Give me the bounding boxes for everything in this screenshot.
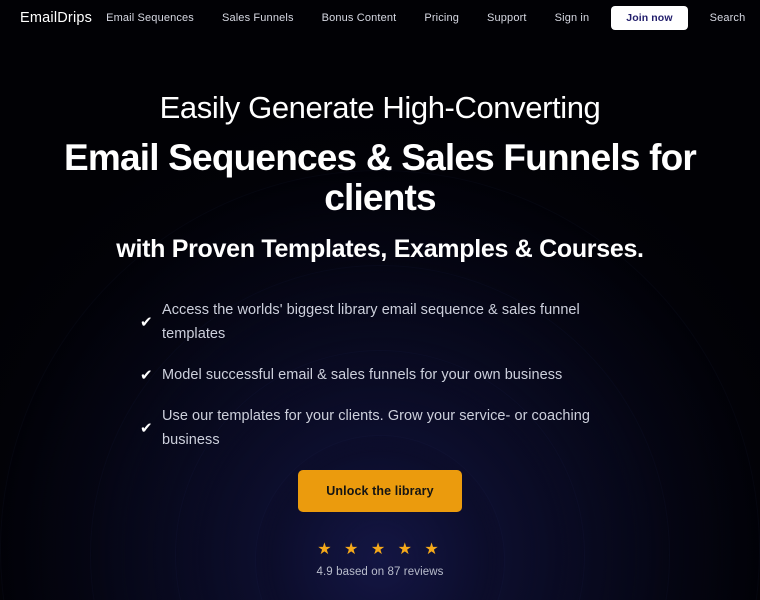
check-icon: ✔ [140, 367, 153, 385]
join-now-button[interactable]: Join now [611, 5, 688, 30]
benefits-list: ✔ Access the worlds' biggest library ema… [140, 299, 620, 452]
landing-page: EmailDrips Email Sequences Sales Funnels… [0, 0, 760, 600]
rating-section: ★ ★ ★ ★ ★ 4.9 based on 87 reviews [0, 541, 760, 579]
check-icon: ✔ [140, 314, 153, 331]
nav-link-sales-funnels[interactable]: Sales Funnels [208, 12, 308, 24]
check-icon: ✔ [140, 420, 153, 438]
list-item: ✔ Access the worlds' biggest library ema… [140, 299, 620, 346]
hero-section: Easily Generate High-Converting Email Se… [0, 90, 760, 264]
nav-link-sign-in[interactable]: Sign in [541, 12, 604, 24]
page-title: Email Sequences & Sales Funnels for clie… [63, 136, 697, 219]
list-item: ✔ Use our templates for your clients. Gr… [140, 405, 620, 452]
benefit-label: Access the worlds' biggest library email… [162, 302, 580, 342]
nav-link-email-sequences[interactable]: Email Sequences [92, 12, 208, 24]
nav-link-pricing[interactable]: Pricing [410, 12, 473, 24]
benefit-label: Use our templates for your clients. Grow… [162, 408, 590, 448]
cta-section: Unlock the library [0, 470, 760, 513]
unlock-library-button[interactable]: Unlock the library [298, 470, 462, 513]
brand-logo[interactable]: EmailDrips [20, 10, 92, 26]
benefit-label: Model successful email & sales funnels f… [162, 366, 563, 383]
hero-eyebrow: Easily Generate High-Converting [159, 90, 601, 125]
nav-link-search[interactable]: Search [696, 12, 760, 24]
nav-link-support[interactable]: Support [473, 12, 541, 24]
hero-subtitle: with Proven Templates, Examples & Course… [116, 235, 644, 264]
top-navigation-bar: EmailDrips Email Sequences Sales Funnels… [0, 0, 760, 35]
list-item: ✔ Model successful email & sales funnels… [140, 364, 620, 387]
rating-text: 4.9 based on 87 reviews [316, 566, 444, 579]
star-rating-icon: ★ ★ ★ ★ ★ [317, 541, 443, 559]
nav-links-group: Email Sequences Sales Funnels Bonus Cont… [92, 5, 760, 30]
nav-link-bonus-content[interactable]: Bonus Content [308, 12, 411, 24]
